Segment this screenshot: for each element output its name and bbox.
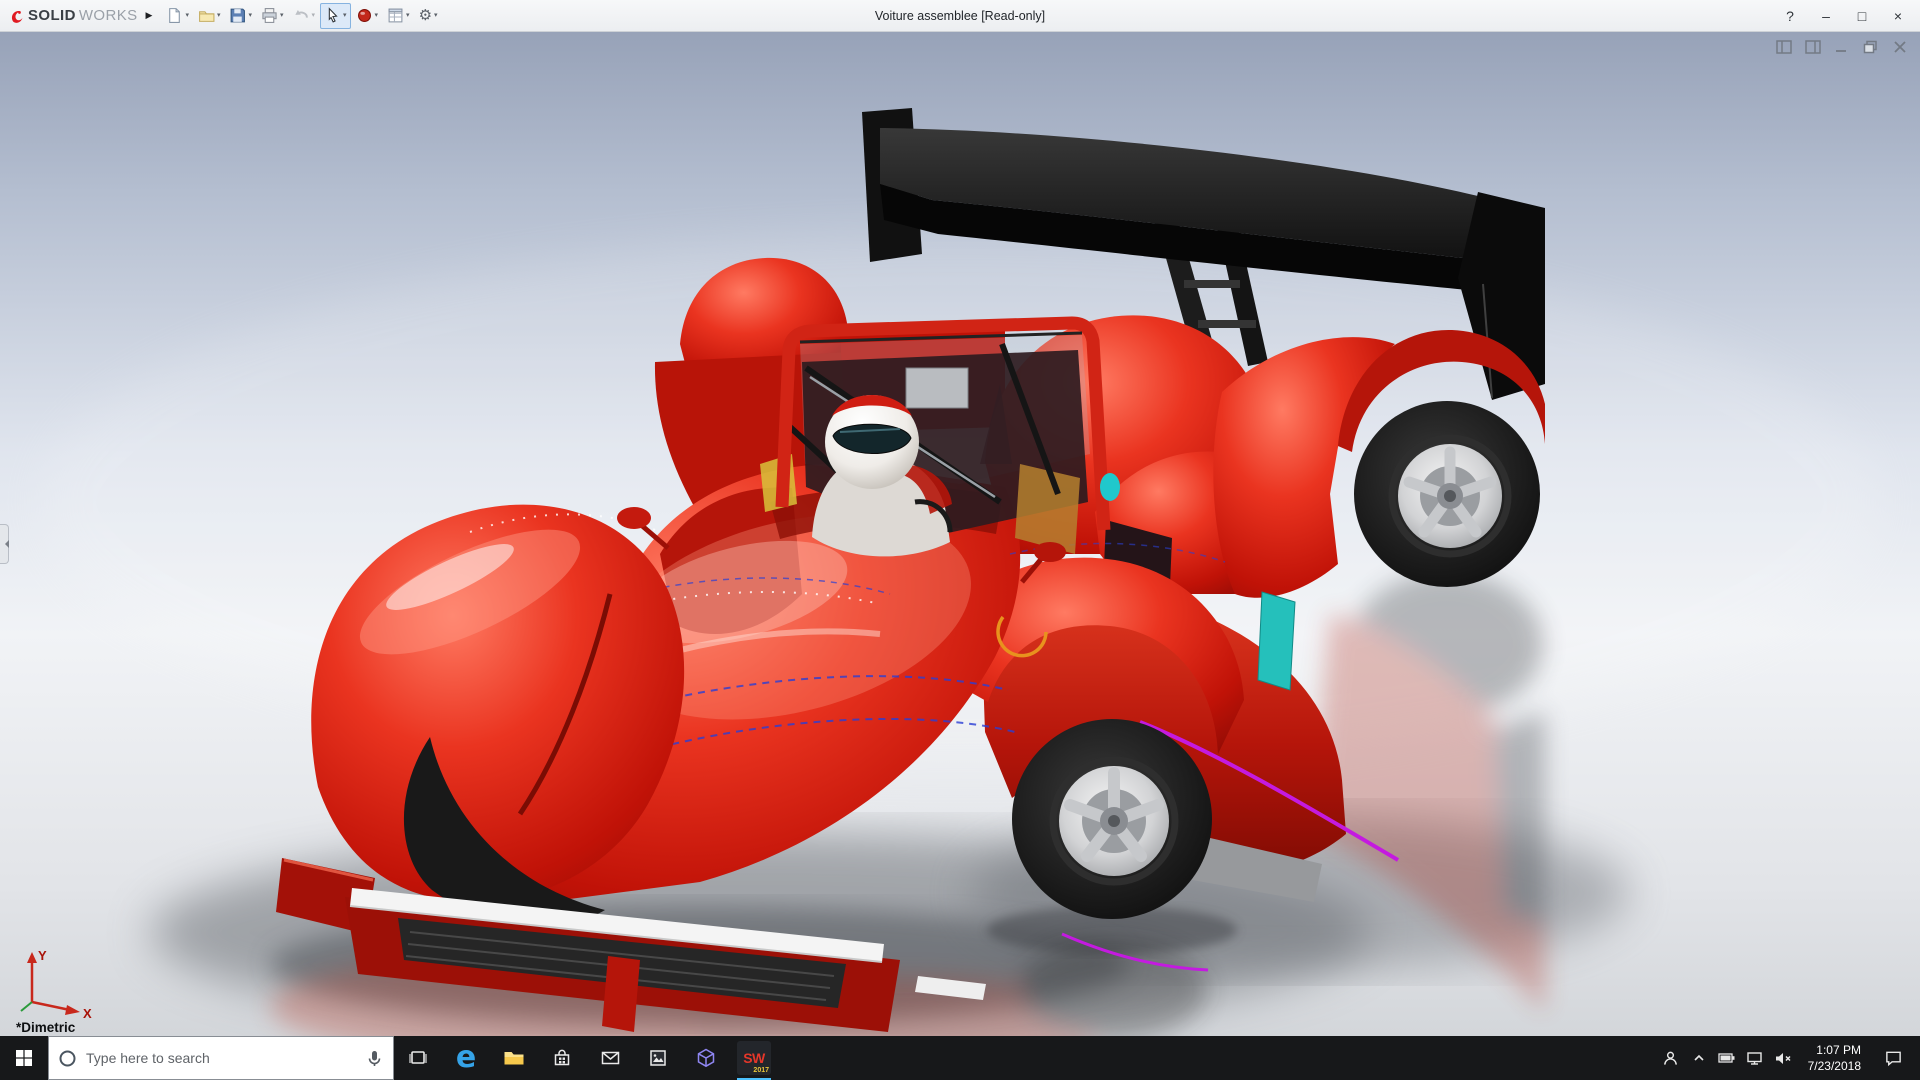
chevron-up-icon [1694,1054,1704,1061]
photos-icon [650,1050,666,1066]
ds-logo-icon [12,10,23,23]
close-button[interactable]: × [1880,1,1916,31]
appearance-button[interactable]: ▾ [352,3,383,29]
mail-icon [601,1051,619,1065]
clock-time: 1:07 PM [1816,1042,1861,1057]
print-icon [262,8,277,23]
driver-helmet [825,395,919,489]
photos-button[interactable] [634,1036,682,1080]
quick-access-toolbar: ▾ ▾ ▾ ▾ ▾ ▾ ▾ ▾ ⚙ ▾ [162,2,442,29]
task-view-button[interactable] [394,1036,442,1080]
select-cursor-icon [328,7,338,23]
edge-icon: e [455,1040,477,1075]
save-button[interactable]: ▾ [225,3,256,29]
maximize-button[interactable]: □ [1844,1,1880,31]
search-input[interactable] [86,1050,356,1066]
microphone-icon[interactable] [365,1049,384,1068]
taskbar-clock[interactable]: 1:07 PM 7/23/2018 [1797,1042,1872,1074]
edge-button[interactable]: e [442,1036,490,1080]
3d-scene-canvas[interactable] [0,32,1920,1036]
view-orientation-label: *Dimetric [16,1020,76,1035]
file-explorer-icon [504,1052,524,1065]
minimize-button[interactable]: – [1808,1,1844,31]
volume-button[interactable] [1769,1036,1797,1080]
windows-logo-icon [16,1050,32,1066]
pane-right-icon[interactable] [1805,40,1821,54]
graphics-viewport[interactable]: Y X *Dimetric [0,32,1920,1036]
battery-button[interactable] [1713,1036,1741,1080]
network-button[interactable] [1741,1036,1769,1080]
system-tray: 1:07 PM 7/23/2018 [1657,1036,1920,1080]
undo-button[interactable]: ▾ [289,3,320,29]
brand-works: WORKS [78,7,138,24]
solidworks-logo: SOLID WORKS [4,7,142,24]
3d-builder-button[interactable] [682,1036,730,1080]
taskbar-search[interactable] [48,1036,394,1080]
volume-muted-icon [1775,1052,1791,1064]
window-controls: ? – □ × [1772,1,1916,31]
open-folder-icon [199,11,215,22]
options-gear-icon: ⚙ [418,7,433,24]
solidworks-window: SOLID WORKS ▶ ▾ ▾ ▾ ▾ ▾ ▾ ▾ ▾ ⚙ ▾ Voitur… [0,0,1920,1080]
document-window-controls [1776,40,1908,54]
document-title: Voiture assemblee [Read-only] [874,8,1046,23]
people-icon [1664,1051,1677,1065]
new-document-button[interactable]: ▾ [162,3,193,29]
windows-taskbar: e [0,1036,1920,1080]
store-button[interactable] [538,1036,586,1080]
help-button[interactable]: ? [1772,1,1808,31]
design-table-button[interactable]: ▾ [383,3,414,29]
undo-icon [294,9,308,18]
design-table-icon [388,8,403,23]
solidworks-taskbar-button[interactable]: SW 2017 [730,1036,778,1080]
clock-date: 7/23/2018 [1807,1059,1861,1073]
3d-builder-icon [697,1048,715,1068]
battery-icon [1717,1053,1735,1063]
appearance-sphere-icon [357,9,371,22]
rearview-mirror [905,367,969,409]
pane-left-icon[interactable] [1776,40,1792,54]
doc-minimize-icon[interactable] [1834,40,1850,54]
save-icon [231,8,246,23]
panel-expand-tab[interactable] [0,524,9,564]
action-center-icon [1885,1051,1901,1067]
titlebar: SOLID WORKS ▶ ▾ ▾ ▾ ▾ ▾ ▾ ▾ ▾ ⚙ ▾ Voitur… [0,0,1920,32]
options-button[interactable]: ⚙ ▾ [415,3,442,29]
open-button[interactable]: ▾ [194,3,225,29]
select-button[interactable]: ▾ [320,2,351,29]
store-icon [554,1049,570,1066]
menu-flyout-arrow[interactable]: ▶ [146,10,153,21]
task-view-icon [409,1051,427,1064]
doc-close-icon[interactable] [1892,40,1908,54]
start-button[interactable] [0,1036,48,1080]
doc-restore-icon[interactable] [1863,40,1879,54]
solidworks-app-icon: SW 2017 [737,1041,771,1075]
print-button[interactable]: ▾ [257,3,288,29]
front-right-wheel [1012,719,1212,919]
brand-solid: SOLID [28,7,76,24]
file-explorer-button[interactable] [490,1036,538,1080]
mail-button[interactable] [586,1036,634,1080]
action-center-button[interactable] [1872,1049,1914,1067]
rear-wheel [1354,401,1540,587]
network-icon [1747,1051,1762,1065]
people-button[interactable] [1657,1036,1685,1080]
cortana-icon [59,1050,76,1066]
hidden-icons-button[interactable] [1685,1036,1713,1080]
new-document-icon [169,8,181,23]
